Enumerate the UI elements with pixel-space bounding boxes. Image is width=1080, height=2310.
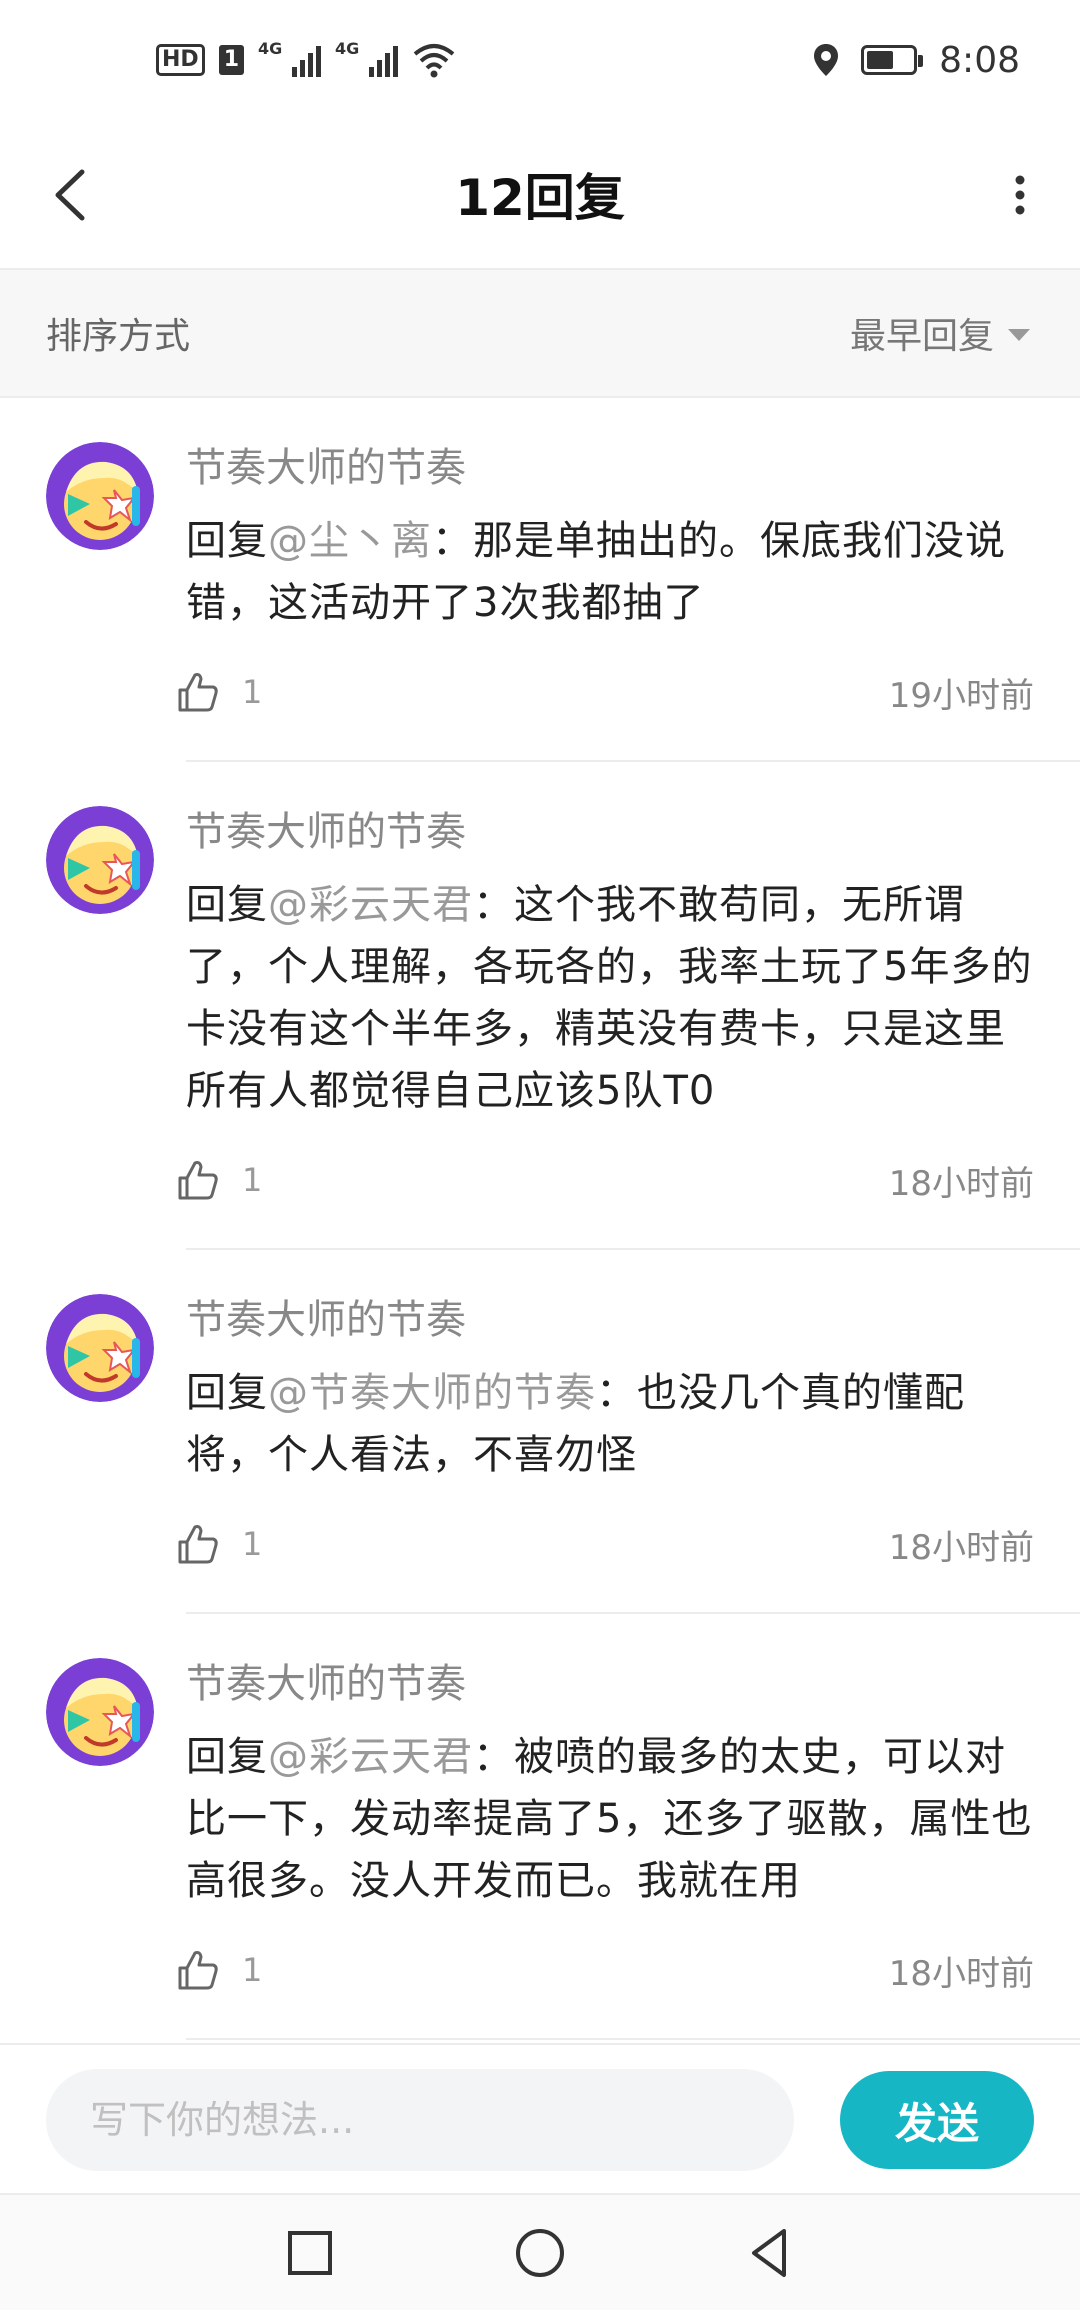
reply-content: 回复@尘丶离：那是单抽出的。保底我们没说错，这活动开了3次我都抽了 [186,510,1034,634]
hd-badge: HD [156,44,205,76]
like-count: 1 [242,1525,263,1563]
avatar-image [46,442,154,550]
reply-meta: 1 19小时前 [178,652,1034,732]
reply-mention[interactable]: @彩云天君 [268,1734,473,1780]
signal-icon-2: 4G [335,39,398,77]
location-icon [814,44,839,76]
reply-content: 回复@彩云天君：这个我不敢苟同，无所谓了，个人理解，各玩各的，我率土玩了5年多的… [186,874,1034,1122]
reply-item: 节奏大师的节奏 回复@尘丶离：那是单抽出的。保底我们没说错，这活动开了3次我都抽… [0,398,1080,762]
reply-meta: 1 18小时前 [178,1504,1034,1584]
avatar[interactable] [46,1294,154,1402]
sim-badge: 1 [218,45,244,75]
comment-input[interactable] [46,2069,794,2171]
comment-input-bar: 发送 [0,2043,1080,2193]
reply-timestamp: 18小时前 [888,1527,1034,1568]
reply-mention[interactable]: @尘丶离 [268,518,432,564]
reply-mention[interactable]: @节奏大师的节奏 [268,1370,596,1416]
reply-mention[interactable]: @彩云天君 [268,882,473,928]
reply-item: 节奏大师的节奏 回复@节奏大师的节奏：也没几个真的懂配将，个人看法，不喜勿怪 1… [0,1250,1080,1614]
like-button[interactable]: 1 [176,1158,262,1202]
like-button[interactable]: 1 [176,1948,262,1992]
reply-prefix: 回复 [186,1734,268,1780]
avatar[interactable] [46,1658,154,1766]
system-nav-bar [0,2193,1080,2310]
reply-content: 回复@彩云天君：被喷的最多的太史，可以对比一下，发动率提高了5，还多了驱散，属性… [186,1726,1034,1912]
like-count: 1 [242,1951,263,1989]
battery-icon [861,45,924,75]
avatar-image [46,806,154,914]
reply-prefix: 回复 [186,518,268,564]
avatar[interactable] [46,806,154,914]
chevron-down-icon [1008,329,1030,341]
reply-author[interactable]: 节奏大师的节奏 [186,1292,1034,1348]
divider [186,2038,1080,2040]
page-title: 12回复 [455,169,625,227]
avatar-image [46,1294,154,1402]
reply-item: 节奏大师的节奏 回复@彩云天君：这个我不敢苟同，无所谓了，个人理解，各玩各的，我… [0,762,1080,1250]
reply-list: 节奏大师的节奏 回复@尘丶离：那是单抽出的。保底我们没说错，这活动开了3次我都抽… [0,398,1080,2043]
reply-author[interactable]: 节奏大师的节奏 [186,804,1034,860]
reply-prefix: 回复 [186,882,268,928]
reply-timestamp: 18小时前 [888,1953,1034,1994]
more-vertical-icon[interactable] [1000,160,1040,230]
send-button[interactable]: 发送 [840,2071,1034,2169]
like-button[interactable]: 1 [176,670,262,714]
avatar-image [46,1658,154,1766]
reply-timestamp: 19小时前 [888,675,1034,716]
wifi-icon [413,44,455,78]
reply-content: 回复@节奏大师的节奏：也没几个真的懂配将，个人看法，不喜勿怪 [186,1362,1034,1486]
thumbs-up-icon [178,1161,218,1200]
sort-bar: 排序方式 最早回复 [0,270,1080,398]
thumbs-up-icon [178,673,218,712]
top-app-bar: 12回复 [0,120,1080,270]
reply-item: 节奏大师的节奏 回复@彩云天君：被喷的最多的太史，可以对比一下，发动率提高了5，… [0,1614,1080,2040]
circle-icon[interactable] [510,2223,570,2283]
sort-label: 排序方式 [46,316,191,357]
avatar[interactable] [46,442,154,550]
signal-icon-1: 4G [258,39,321,77]
clock: 8:08 [939,39,1020,81]
thumbs-up-icon [178,1525,218,1564]
reply-timestamp: 18小时前 [888,1163,1034,1204]
square-icon[interactable] [280,2223,340,2283]
like-button[interactable]: 1 [176,1522,262,1566]
reply-prefix: 回复 [186,1370,268,1416]
sort-selected-value: 最早回复 [849,316,994,357]
status-bar: HD 1 4G 4G 8:08 [0,0,1080,120]
thumbs-up-icon [178,1951,218,1990]
reply-author[interactable]: 节奏大师的节奏 [186,440,1034,496]
reply-meta: 1 18小时前 [178,1930,1034,2010]
reply-author[interactable]: 节奏大师的节奏 [186,1656,1034,1712]
status-left: HD 1 4G 4G [156,39,456,78]
network-type-2: 4G [335,39,360,58]
triangle-back-icon[interactable] [740,2223,800,2283]
sort-dropdown[interactable]: 最早回复 [850,307,1030,359]
status-right: 8:08 [813,40,1020,81]
like-count: 1 [242,1161,263,1199]
like-count: 1 [242,673,263,711]
network-type-1: 4G [258,39,283,58]
reply-meta: 1 18小时前 [178,1140,1034,1220]
